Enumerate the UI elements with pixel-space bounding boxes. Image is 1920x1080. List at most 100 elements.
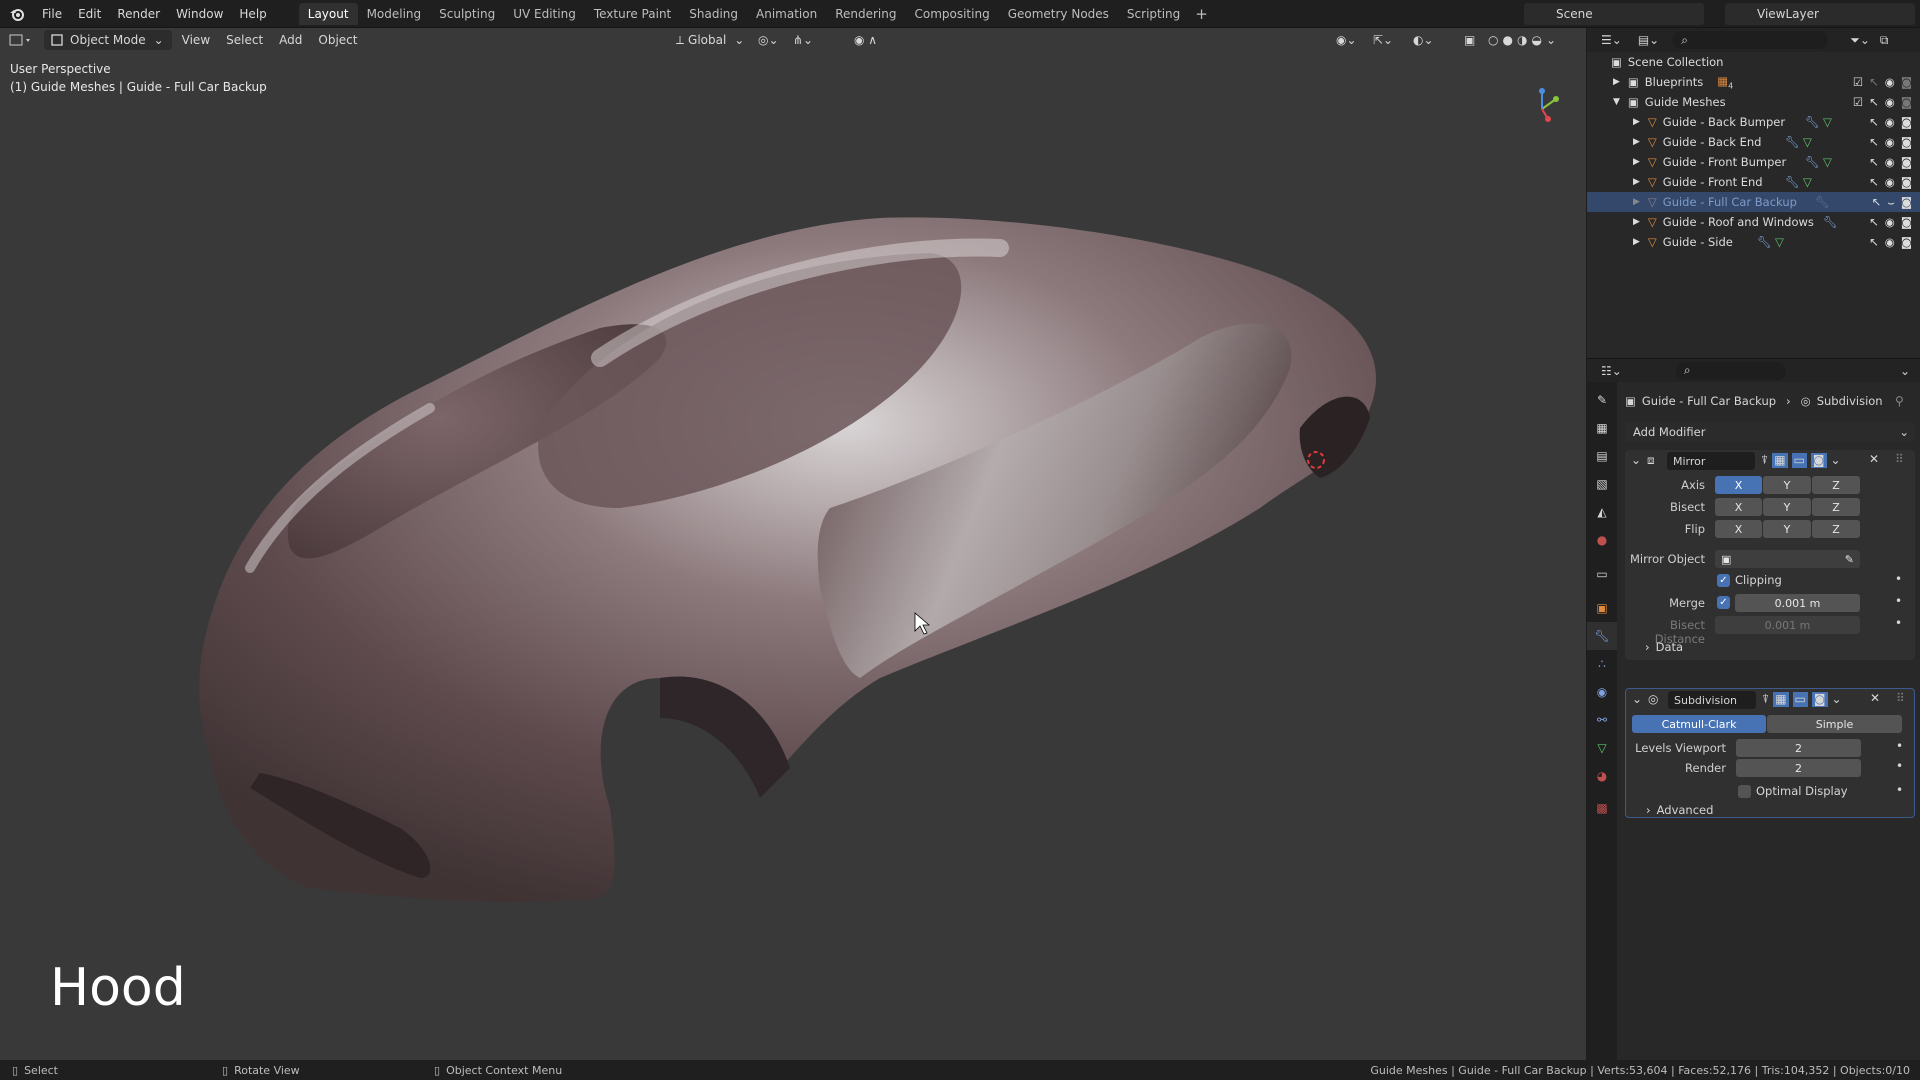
material-shading-icon[interactable]: ◑ xyxy=(1517,33,1527,47)
select-icon[interactable]: ↖ xyxy=(1869,155,1879,169)
eye-icon[interactable]: ◉ xyxy=(1885,235,1895,249)
optimal-display-checkbox[interactable] xyxy=(1738,785,1751,798)
tab-scripting[interactable]: Scripting xyxy=(1118,3,1189,25)
chevron-down-icon[interactable]: ⌄ xyxy=(1831,453,1841,468)
outliner-object[interactable]: ▶ ▽ Guide - Back Bumper 🔧︎ ▽ ↖ ◉ ◙ xyxy=(1587,112,1920,132)
texture-tab-icon[interactable]: ▩ xyxy=(1587,794,1617,822)
rendered-shading-icon[interactable]: ◒ xyxy=(1531,33,1541,47)
collection-tab-icon[interactable]: ▭ xyxy=(1587,560,1617,588)
editor-type-icon[interactable] xyxy=(0,30,42,50)
camera-icon[interactable]: ◙ xyxy=(1901,195,1912,209)
select-icon[interactable]: ↖ xyxy=(1869,75,1879,89)
keyframe-dot-icon[interactable]: • xyxy=(1896,759,1903,773)
tool-tab-icon[interactable]: ✎ xyxy=(1587,386,1617,414)
bisect-z-toggle[interactable]: Z xyxy=(1812,498,1860,516)
select-icon[interactable]: ↖ xyxy=(1869,135,1879,149)
tab-texture-paint[interactable]: Texture Paint xyxy=(585,3,680,25)
eye-icon[interactable]: ◉ xyxy=(1885,115,1895,129)
chevron-down-icon[interactable]: ⌄ xyxy=(1546,33,1556,47)
view-layer-tab-icon[interactable]: ▧ xyxy=(1587,470,1617,498)
levels-viewport-field[interactable]: 2 xyxy=(1736,739,1861,757)
bisect-distance-field[interactable]: 0.001 m xyxy=(1715,616,1860,634)
keyframe-dot-icon[interactable]: • xyxy=(1895,572,1902,586)
outliner-object[interactable]: ▶ ▽ Guide - Side 🔧︎ ▽ ↖ ◉ ◙ xyxy=(1587,232,1920,252)
material-tab-icon[interactable]: ◕ xyxy=(1587,762,1617,790)
gizmo-icon[interactable]: ⇱⌄ xyxy=(1365,30,1401,50)
mirror-object-field[interactable]: ▣ ✎ xyxy=(1715,550,1860,568)
edit-mode-icon[interactable]: ⍒ xyxy=(1762,692,1769,707)
collapse-chevron-icon[interactable]: ⌄ xyxy=(1632,692,1642,706)
checkbox-icon[interactable]: ☑ xyxy=(1853,75,1863,89)
realtime-icon[interactable]: ▭ xyxy=(1792,692,1808,707)
axis-y-toggle[interactable]: Y xyxy=(1763,476,1811,494)
pivot-icon[interactable]: ◎⌄ xyxy=(750,30,787,50)
outliner-object[interactable]: ▶ ▽ Guide - Roof and Windows 🔧︎ ↖ ◉ ◙ xyxy=(1587,212,1920,232)
mirror-name-field[interactable]: Mirror xyxy=(1667,452,1755,470)
outliner-search-input[interactable]: ⌕ xyxy=(1673,31,1829,49)
bisect-y-toggle[interactable]: Y xyxy=(1763,498,1811,516)
render-icon[interactable]: ◙ xyxy=(1811,692,1828,707)
constraints-tab-icon[interactable]: ⚯ xyxy=(1587,706,1617,734)
expand-icon[interactable]: ▶ xyxy=(1633,237,1640,247)
tab-rendering[interactable]: Rendering xyxy=(826,3,905,25)
eye-icon[interactable]: ◉ xyxy=(1885,95,1895,109)
camera-icon[interactable]: ◙ xyxy=(1901,155,1912,169)
expand-icon[interactable]: ▶ xyxy=(1633,137,1640,147)
view-layer-field[interactable]: ViewLayer xyxy=(1725,3,1915,25)
drag-handle-icon[interactable]: ⠿ xyxy=(1895,452,1904,466)
scene-tab-icon[interactable]: ◭ xyxy=(1587,498,1617,526)
tab-shading[interactable]: Shading xyxy=(680,3,747,25)
select-icon[interactable]: ↖ xyxy=(1869,235,1879,249)
pin-icon[interactable]: ⚲ xyxy=(1895,394,1904,408)
blender-logo-icon[interactable] xyxy=(0,0,34,28)
eyedropper-icon[interactable]: ✎ xyxy=(1845,553,1854,566)
proportional-edit-icon[interactable]: ◉ ∧ xyxy=(846,30,885,50)
eye-icon[interactable]: ◉ xyxy=(1885,155,1895,169)
select-icon[interactable]: ↖ xyxy=(1869,115,1879,129)
cage-icon[interactable]: ▦ xyxy=(1773,692,1789,707)
merge-checkbox[interactable]: ✓ xyxy=(1717,596,1730,609)
object-mode-dropdown[interactable]: Object Mode ⌄ xyxy=(44,30,172,50)
outliner-editor-icon[interactable]: ☰⌄ xyxy=(1601,33,1622,47)
merge-distance-field[interactable]: 0.001 m xyxy=(1735,594,1860,612)
outliner-collection-guide-meshes[interactable]: ▼ ▣ Guide Meshes ☑ ↖ ◉ ◙ xyxy=(1587,92,1920,112)
select-icon[interactable]: ↖ xyxy=(1869,175,1879,189)
outliner-collection-blueprints[interactable]: ▶ ▣ Blueprints ▦4 ☑ ↖ ◉ ◙ xyxy=(1587,72,1920,92)
menu-render[interactable]: Render xyxy=(109,0,168,28)
eye-closed-icon[interactable]: ⌣ xyxy=(1887,195,1895,210)
subdivision-name-field[interactable]: Subdivision xyxy=(1668,691,1756,709)
select-icon[interactable]: ↖ xyxy=(1872,195,1882,209)
display-mode-icon[interactable]: ▤⌄ xyxy=(1638,33,1659,47)
outliner-object[interactable]: ▶ ▽ Guide - Back End 🔧︎ ▽ ↖ ◉ ◙ xyxy=(1587,132,1920,152)
eye-icon[interactable]: ◉ xyxy=(1885,175,1895,189)
menu-select[interactable]: Select xyxy=(218,30,271,50)
drag-handle-icon[interactable]: ⠿ xyxy=(1896,691,1905,705)
axis-z-toggle[interactable]: Z xyxy=(1812,476,1860,494)
flip-y-toggle[interactable]: Y xyxy=(1763,520,1811,538)
tab-modeling[interactable]: Modeling xyxy=(358,3,431,25)
new-collection-icon[interactable]: ⧉ xyxy=(1880,33,1889,48)
tab-sculpting[interactable]: Sculpting xyxy=(430,3,504,25)
world-tab-icon[interactable]: ● xyxy=(1587,526,1617,554)
shading-modes[interactable]: ○ ● ◑ ◒ ⌄ xyxy=(1480,30,1564,50)
outliner-object[interactable]: ▶ ▽ Guide - Front Bumper 🔧︎ ▽ ↖ ◉ ◙ xyxy=(1587,152,1920,172)
overlay-icon[interactable]: ◐⌄ xyxy=(1405,30,1442,50)
data-subpanel[interactable]: › Data xyxy=(1645,640,1683,654)
keyframe-dot-icon[interactable]: • xyxy=(1895,594,1902,608)
flip-z-toggle[interactable]: Z xyxy=(1812,520,1860,538)
axis-x-toggle[interactable]: X xyxy=(1715,476,1762,494)
camera-icon[interactable]: ◙ xyxy=(1901,175,1912,189)
bisect-x-toggle[interactable]: X xyxy=(1715,498,1762,516)
cage-icon[interactable]: ▦ xyxy=(1772,453,1788,468)
tab-compositing[interactable]: Compositing xyxy=(905,3,998,25)
physics-tab-icon[interactable]: ◉ xyxy=(1587,678,1617,706)
render-icon[interactable]: ◙ xyxy=(1810,453,1827,468)
transform-orientation-dropdown[interactable]: ⟂ Global ⌄ xyxy=(668,30,752,50)
keyframe-dot-icon[interactable]: • xyxy=(1896,783,1903,797)
properties-search-input[interactable]: ⌕ xyxy=(1675,361,1786,380)
expand-icon[interactable]: ▶ xyxy=(1633,177,1640,187)
eye-icon[interactable]: ◉ xyxy=(1885,75,1895,89)
add-modifier-button[interactable]: Add Modifier ⌄ xyxy=(1625,422,1915,442)
visibility-icon[interactable]: ◉⌄ xyxy=(1328,30,1365,50)
menu-window[interactable]: Window xyxy=(168,0,231,28)
